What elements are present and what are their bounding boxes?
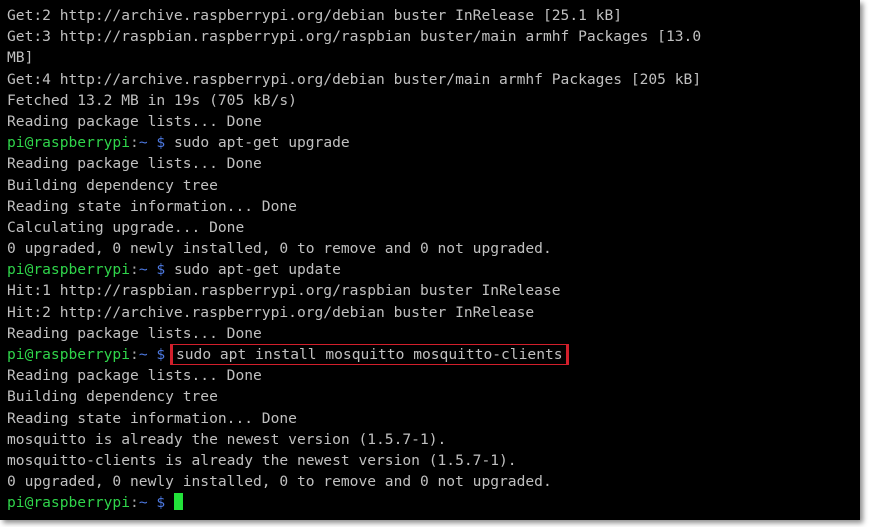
prompt-separator: : (130, 346, 139, 363)
prompt-separator: : (130, 494, 139, 512)
output-line: 0 upgraded, 0 newly installed, 0 to remo… (7, 473, 552, 491)
output-line: Calculating upgrade... Done (7, 218, 245, 236)
prompt-user-host: pi@raspberrypi (7, 261, 131, 279)
output-line: Hit:2 http://archive.raspberrypi.org/deb… (7, 303, 535, 321)
output-line: Get:4 http://archive.raspberrypi.org/deb… (7, 70, 702, 88)
prompt-path: ~ (138, 494, 148, 512)
prompt-line: pi@raspberrypi:~ $ sudo apt-get upgrade (7, 132, 853, 153)
prompt-dollar: $ (147, 494, 174, 512)
output-line: Reading state information... Done (7, 409, 297, 427)
output-line: Reading state information... Done (7, 197, 297, 215)
output-line: Building dependency tree (7, 388, 218, 406)
output-line: Reading package lists... Done (7, 155, 262, 173)
terminal-output[interactable]: Get:2 http://archive.raspberrypi.org/deb… (7, 5, 853, 514)
prompt-dollar: $ (147, 261, 174, 279)
output-line: mosquitto-clients is already the newest … (7, 451, 517, 469)
output-line: Hit:1 http://raspbian.raspberrypi.org/ra… (7, 282, 561, 300)
prompt-dollar: $ (147, 134, 174, 152)
prompt-dollar: $ (147, 346, 174, 363)
prompt-user-host: pi@raspberrypi (7, 494, 131, 512)
output-line: Fetched 13.2 MB in 19s (705 kB/s) (7, 91, 297, 109)
output-line: Get:2 http://archive.raspberrypi.org/deb… (7, 7, 623, 24)
output-line: mosquitto is already the newest version … (7, 430, 447, 448)
highlighted-command: sudo apt install mosquitto mosquitto-cli… (169, 344, 569, 366)
output-line: Reading package lists... Done (7, 112, 262, 130)
prompt-separator: : (130, 134, 139, 152)
prompt-path: ~ (138, 261, 148, 279)
prompt-user-host: pi@raspberrypi (7, 346, 131, 363)
output-line: Reading package lists... Done (7, 367, 262, 385)
prompt-line: pi@raspberrypi:~ $ sudo apt install mosq… (7, 344, 853, 366)
output-line: MB] (7, 49, 34, 67)
cursor-block[interactable] (173, 493, 183, 511)
prompt-separator: : (130, 261, 139, 279)
active-prompt-line: pi@raspberrypi:~ $ (7, 492, 853, 513)
terminal-window[interactable]: Get:2 http://archive.raspberrypi.org/deb… (0, 0, 860, 520)
output-line: Reading package lists... Done (7, 324, 262, 342)
prompt-user-host: pi@raspberrypi (7, 134, 131, 152)
output-line: Get:3 http://raspbian.raspberrypi.org/ra… (7, 28, 702, 46)
output-line: Building dependency tree (7, 176, 218, 194)
command-text: sudo apt-get upgrade (173, 134, 350, 152)
prompt-path: ~ (138, 134, 148, 152)
prompt-line: pi@raspberrypi:~ $ sudo apt-get update (7, 259, 853, 280)
command-text: sudo apt-get update (173, 261, 341, 279)
prompt-path: ~ (138, 346, 148, 363)
output-line: 0 upgraded, 0 newly installed, 0 to remo… (7, 240, 552, 258)
